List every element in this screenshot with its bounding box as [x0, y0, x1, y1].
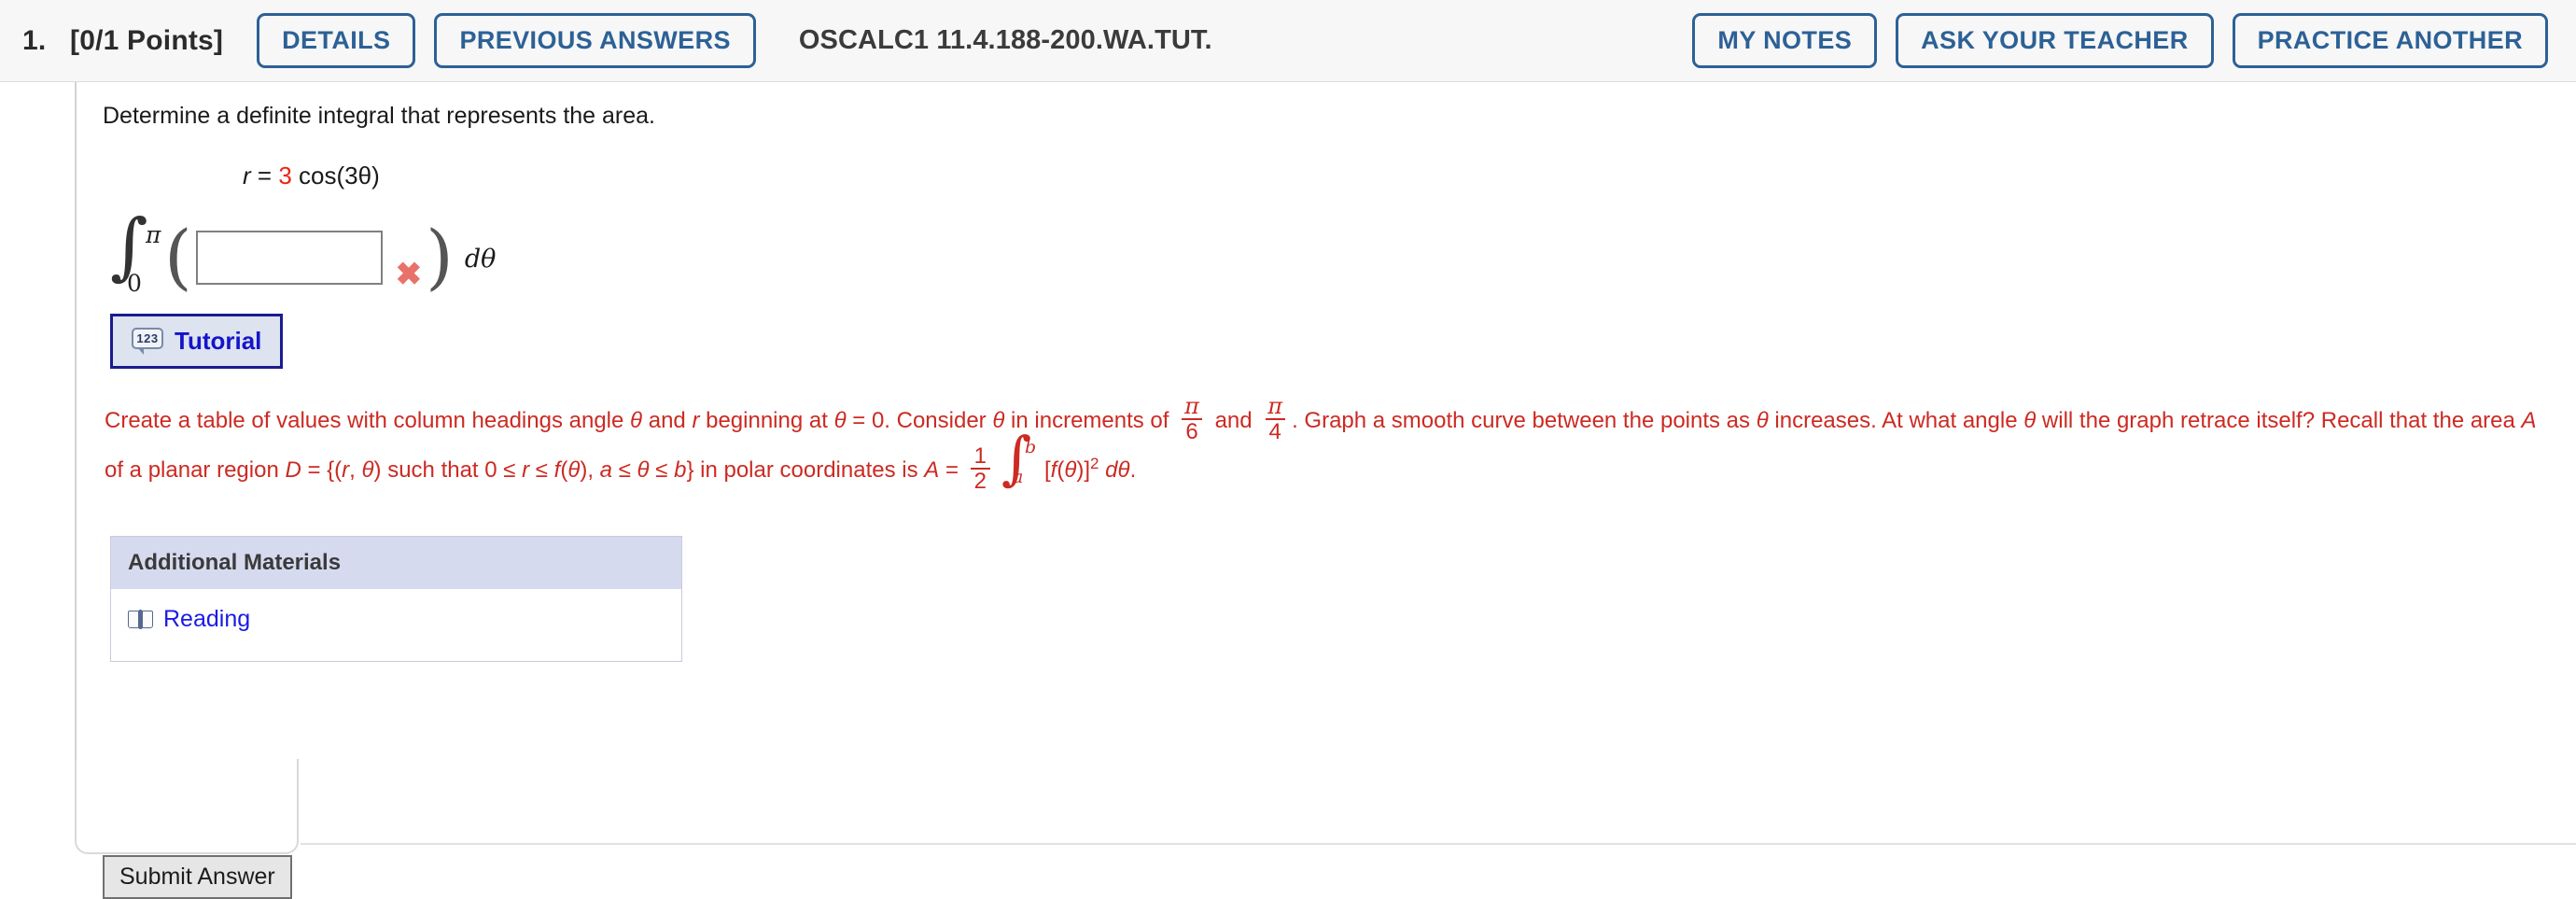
hint-theta-g: θ: [567, 457, 581, 484]
integrand-answer-input[interactable]: [195, 230, 383, 285]
integral-upper-limit: π: [146, 220, 161, 248]
hint-var-b: b: [674, 457, 687, 484]
practice-another-button[interactable]: PRACTICE ANOTHER: [2232, 13, 2548, 68]
inline-integral-upper-limit: b: [1025, 436, 1037, 457]
hint-seg14: ≤: [529, 457, 554, 484]
fraction-numerator: π: [1184, 392, 1199, 419]
hint-seg7: . Graph a smooth curve between the point…: [1292, 407, 1757, 433]
hint-seg25: .: [1129, 457, 1137, 484]
book-icon-left-page: [128, 611, 139, 629]
hint-seg9: will the graph retrace itself? Recall th…: [2036, 407, 2522, 433]
submit-answer-button[interactable]: Submit Answer: [103, 855, 292, 899]
polar-equation: r = 3 cos(3θ): [103, 162, 2576, 190]
fraction-pi-over-6: π6: [1181, 392, 1203, 445]
left-vertical-divider: [75, 82, 77, 759]
hint-var-D: D: [285, 457, 301, 484]
hint-seg2: and: [642, 407, 693, 433]
hint-theta-d: θ: [1756, 407, 1769, 433]
additional-materials-list: Reading: [111, 588, 681, 661]
fraction-one-half: 12: [970, 443, 990, 495]
hint-seg3: beginning at: [699, 407, 834, 433]
ask-your-teacher-button[interactable]: ASK YOUR TEACHER: [1896, 13, 2214, 68]
submit-panel-frame: [75, 759, 299, 854]
hint-var-A2: A: [924, 457, 940, 484]
hint-seg10: of a planar region: [105, 457, 286, 484]
hint-theta-b: θ: [833, 407, 847, 433]
question-header-bar: 1. [0/1 Points] DETAILS PREVIOUS ANSWERS…: [0, 0, 2576, 82]
header-action-group: MY NOTES ASK YOUR TEACHER PRACTICE ANOTH…: [1692, 13, 2548, 68]
points-badge: [0/1 Points]: [70, 24, 224, 56]
hint-theta-j: θ: [1117, 457, 1130, 484]
hint-seg24: d: [1099, 457, 1118, 484]
hint-theta-a: θ: [630, 407, 643, 433]
bubble-icon-tail: [137, 347, 144, 355]
hint-seg19: } in polar coordinates is: [686, 457, 925, 484]
integral-answer-expression: ∫ π 0 ( ✖ ) dθ: [103, 210, 2576, 301]
hint-seg12: ,: [349, 457, 362, 484]
equation-rhs: cos(3θ): [299, 161, 380, 190]
tutorial-button[interactable]: 123 Tutorial: [110, 313, 284, 369]
hint-theta-h: θ: [637, 457, 650, 484]
problem-prompt: Determine a definite integral that repre…: [103, 103, 656, 129]
question-body: Determine a definite integral that repre…: [0, 82, 2576, 899]
hint-var-r3: r: [522, 457, 530, 484]
hint-seg4: = 0. Consider: [846, 407, 993, 433]
book-icon-spine: [139, 610, 142, 630]
hint-seg20: =: [939, 457, 965, 484]
equation-lhs: r: [243, 161, 251, 190]
hint-theta-e: θ: [2023, 407, 2037, 433]
additional-materials-title: Additional Materials: [111, 536, 681, 589]
fraction-denominator: 2: [970, 468, 990, 494]
hint-seg18: ≤: [649, 457, 675, 484]
hint-theta-f: θ: [361, 457, 374, 484]
inline-integral-lower-limit: a: [1013, 466, 1024, 487]
hint-seg17: ≤: [612, 457, 637, 484]
hint-seg13: ) such that 0 ≤: [373, 457, 523, 484]
hint-exponent: 2: [1090, 455, 1099, 473]
additional-materials-panel: Additional Materials Reading: [110, 535, 682, 662]
hint-seg23: )]: [1076, 457, 1091, 484]
fraction-denominator: 4: [1265, 417, 1285, 444]
equation-coefficient: 3: [278, 161, 292, 190]
hint-seg11: = {(: [301, 457, 343, 484]
equation-equals: =: [257, 161, 273, 190]
tutorial-button-label: Tutorial: [175, 326, 262, 355]
inline-integral-sign: ∫ b a: [1000, 428, 1043, 487]
fraction-numerator: 1: [973, 443, 987, 470]
fraction-pi-over-4: π4: [1264, 392, 1286, 445]
assignment-title: OSCALC1 11.4.188-200.WA.TUT.: [798, 25, 1212, 55]
fraction-numerator: π: [1267, 392, 1283, 419]
question-number: 1.: [22, 24, 47, 56]
close-paren: ): [426, 215, 454, 299]
reading-link[interactable]: Reading: [163, 606, 250, 633]
open-paren: (: [164, 215, 192, 299]
footer-divider: [301, 843, 2576, 845]
hint-seg6: and: [1208, 407, 1259, 433]
numeric-speech-bubble-icon: 123: [132, 328, 163, 355]
hint-seg21: [: [1044, 457, 1051, 484]
hint-theta-i: θ: [1064, 457, 1077, 484]
integral-sign: ∫ π 0: [110, 210, 161, 298]
hint-paragraph: Create a table of values with column hea…: [105, 392, 2550, 497]
hint-seg1: Create a table of values with column hea…: [105, 407, 631, 433]
fraction-denominator: 6: [1182, 417, 1202, 444]
question-number-and-points: 1. [0/1 Points]: [15, 25, 223, 57]
bubble-icon-digits: 123: [132, 328, 163, 349]
integral-lower-limit: 0: [127, 269, 142, 297]
details-button[interactable]: DETAILS: [257, 13, 416, 68]
previous-answers-button[interactable]: PREVIOUS ANSWERS: [434, 13, 756, 68]
differential-label: dθ: [464, 245, 497, 274]
question-content: Determine a definite integral that repre…: [0, 82, 2576, 662]
hint-var-r2: r: [342, 457, 350, 484]
incorrect-mark-icon: ✖: [395, 256, 423, 292]
book-icon-right-page: [142, 611, 153, 629]
hint-var-A: A: [2521, 407, 2537, 433]
hint-seg8: increases. At what angle: [1768, 407, 2024, 433]
hint-seg16: ),: [580, 457, 600, 484]
my-notes-button[interactable]: MY NOTES: [1692, 13, 1878, 68]
book-icon: [128, 609, 153, 630]
hint-var-a: a: [599, 457, 613, 484]
